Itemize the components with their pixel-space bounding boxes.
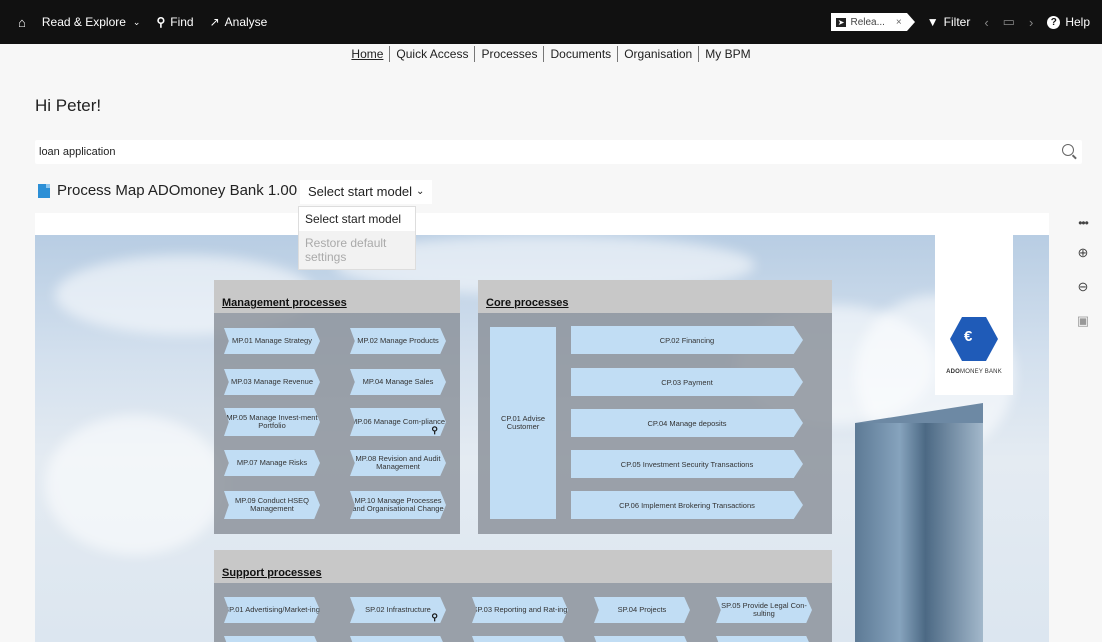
process-mp08[interactable]: MP.08 Revision and Audit Management: [350, 450, 446, 476]
canvas-toolbar: ••• ⊕ ⊖ ▣: [1076, 217, 1090, 329]
find-button[interactable]: ⚲ Find: [156, 15, 193, 29]
tab-quick-access[interactable]: Quick Access: [390, 46, 476, 62]
process-cp01[interactable]: CP.01 Advise Customer: [490, 327, 556, 519]
select-start-model-button[interactable]: Select start model ⌄: [300, 180, 433, 204]
search-icon: ⚲: [156, 15, 166, 29]
main-tabs: Home Quick Access Processes Documents Or…: [0, 46, 1102, 62]
release-icon: ➤: [835, 17, 847, 27]
find-label: Find: [170, 15, 194, 29]
process-mp02[interactable]: MP.02 Manage Products: [350, 328, 446, 354]
process-mp04[interactable]: MP.04 Manage Sales: [350, 369, 446, 395]
tab-home[interactable]: Home: [345, 46, 391, 62]
release-tab-label: Relea...: [850, 16, 885, 28]
greeting: Hi Peter!: [35, 96, 102, 115]
process-row-partial: [594, 636, 690, 642]
chevron-left-icon[interactable]: ‹: [984, 15, 988, 30]
home-icon[interactable]: ⌂: [18, 15, 26, 30]
bank-logo-text: ADOMONEY BANK: [946, 369, 1002, 375]
dropdown-item-restore-default: Restore default settings: [299, 231, 415, 269]
process-row-partial: [472, 636, 568, 642]
management-processes-title[interactable]: Management processes: [214, 280, 460, 313]
more-options-icon[interactable]: •••: [1078, 217, 1089, 229]
zoom-in-icon[interactable]: ⊕: [1078, 245, 1089, 261]
core-processes-title[interactable]: Core processes: [478, 280, 832, 313]
tab-my-bpm[interactable]: My BPM: [699, 46, 756, 62]
select-start-model-label: Select start model: [308, 184, 413, 199]
process-mp03[interactable]: MP.03 Manage Revenue: [224, 369, 320, 395]
process-mp07[interactable]: MP.07 Manage Risks: [224, 450, 320, 476]
release-tab[interactable]: ➤ Relea... ×: [830, 13, 915, 31]
fit-page-icon[interactable]: ▣: [1077, 313, 1089, 329]
help-label: Help: [1065, 15, 1090, 29]
search-icon[interactable]: [1062, 144, 1074, 156]
process-map-title-text: Process Map ADOmoney Bank 1.00: [57, 182, 298, 199]
process-sp05[interactable]: SP.05 Provide Legal Con-sulting: [716, 597, 812, 623]
chevron-right-icon[interactable]: ›: [1029, 15, 1033, 30]
tab-documents[interactable]: Documents: [544, 46, 619, 62]
read-explore-label: Read & Explore: [41, 15, 126, 29]
help-icon: ?: [1047, 15, 1061, 29]
magnifier-icon: ⚲: [431, 425, 438, 435]
window-icon[interactable]: ▭: [1003, 14, 1015, 30]
magnifier-icon: ⚲: [431, 612, 438, 622]
search-bar: [35, 140, 1082, 164]
read-explore-menu[interactable]: Read & Explore ⌄: [42, 15, 141, 29]
bank-logo: € ADOMONEY BANK: [935, 235, 1013, 395]
building-image: [855, 403, 983, 642]
process-row-partial: [224, 636, 320, 642]
analyse-label: Analyse: [224, 15, 268, 29]
tab-processes[interactable]: Processes: [475, 46, 545, 62]
search-input[interactable]: [39, 146, 1082, 158]
dropdown-item-select-start-model[interactable]: Select start model: [299, 207, 415, 231]
process-cp03[interactable]: CP.03 Payment: [571, 368, 803, 396]
filter-label: Filter: [943, 15, 971, 29]
process-row-partial: [350, 636, 446, 642]
process-cp04[interactable]: CP.04 Manage deposits: [571, 409, 803, 437]
top-navigation-bar: ⌂ Read & Explore ⌄ ⚲ Find ↗ Analyse ➤ Re…: [0, 0, 1102, 44]
chart-line-icon: ↗: [209, 15, 220, 29]
process-sp02[interactable]: SP.02 Infrastructure ⚲: [350, 597, 446, 623]
filter-button[interactable]: ▼ Filter: [927, 15, 971, 29]
process-cp06[interactable]: CP.06 Implement Brokering Transactions: [571, 491, 803, 519]
document-icon: [38, 183, 50, 198]
process-cp02[interactable]: CP.02 Financing: [571, 326, 803, 354]
process-sp04[interactable]: SP.04 Projects: [594, 597, 690, 623]
chevron-down-icon: ⌄: [416, 186, 425, 197]
filter-icon: ▼: [926, 15, 939, 29]
core-processes-panel: Core processes CP.01 Advise Customer CP.…: [478, 280, 832, 534]
tab-organisation[interactable]: Organisation: [618, 46, 700, 62]
support-processes-panel: Support processes SP.01 Advertising/Mark…: [214, 550, 832, 642]
process-mp06[interactable]: MP.06 Manage Com-pliance ⚲: [350, 408, 446, 436]
process-mp10[interactable]: MP.10 Manage Processes and Organisationa…: [350, 491, 446, 519]
management-processes-panel: Management processes MP.01 Manage Strate…: [214, 280, 460, 534]
process-mp05[interactable]: MP.05 Manage Invest-ment Portfolio: [224, 408, 320, 436]
process-sp03[interactable]: SP.03 Reporting and Rat-ing: [472, 597, 568, 623]
process-map-title: Process Map ADOmoney Bank 1.00: [38, 182, 297, 199]
process-map-canvas: € ADOMONEY BANK Management processes MP.…: [35, 213, 1049, 642]
analyse-button[interactable]: ↗ Analyse: [210, 15, 268, 29]
start-model-dropdown: Select start model Restore default setti…: [298, 206, 416, 270]
zoom-out-icon[interactable]: ⊖: [1078, 279, 1089, 295]
support-processes-title[interactable]: Support processes: [214, 550, 832, 583]
process-row-partial: [716, 636, 812, 642]
process-cp05[interactable]: CP.05 Investment Security Transactions: [571, 450, 803, 478]
process-mp09[interactable]: MP.09 Conduct HSEQ Management: [224, 491, 320, 519]
process-mp01[interactable]: MP.01 Manage Strategy: [224, 328, 320, 354]
chevron-down-icon: ⌄: [132, 16, 141, 27]
help-button[interactable]: ? Help: [1047, 15, 1090, 29]
close-icon[interactable]: ×: [896, 17, 902, 28]
coin-hexagon-icon: €: [950, 317, 998, 361]
process-sp01[interactable]: SP.01 Advertising/Market-ing: [224, 597, 320, 623]
